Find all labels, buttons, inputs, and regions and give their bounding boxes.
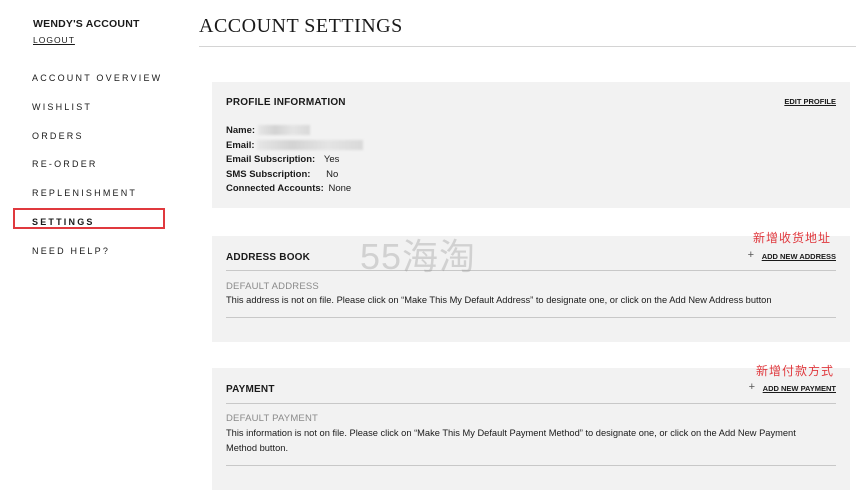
profile-information-panel: PROFILE INFORMATION EDIT PROFILE Name: E…: [212, 82, 850, 208]
watermark-logo: 55海淘: [360, 236, 477, 277]
address-book-panel: ADDRESS BOOK + ADD NEW ADDRESS DEFAULT A…: [212, 236, 850, 342]
profile-connected-row: Connected Accounts: None: [226, 183, 351, 194]
connected-label: Connected Accounts:: [226, 183, 324, 194]
account-title: WENDY'S ACCOUNT: [33, 18, 140, 30]
add-new-payment-link[interactable]: ADD NEW PAYMENT: [763, 384, 836, 393]
edit-profile-link[interactable]: EDIT PROFILE: [784, 97, 836, 106]
default-address-heading: DEFAULT ADDRESS: [226, 281, 319, 292]
profile-email-row: Email:: [226, 140, 364, 151]
nav-re-order[interactable]: RE-ORDER: [32, 159, 98, 169]
plus-icon: +: [747, 249, 754, 261]
payment-panel: PAYMENT + ADD NEW PAYMENT DEFAULT PAYMEN…: [212, 368, 850, 490]
address-bottom-divider: [226, 317, 836, 318]
payment-heading: PAYMENT: [226, 384, 275, 395]
profile-email-sub-row: Email Subscription: Yes: [226, 154, 339, 165]
payment-message: This information is not on file. Please …: [226, 428, 796, 453]
address-annotation: 新增收货地址: [753, 231, 832, 245]
nav-orders[interactable]: ORDERS: [32, 131, 84, 141]
profile-heading: PROFILE INFORMATION: [226, 97, 346, 108]
title-divider: [199, 46, 856, 47]
logout-link[interactable]: LOGOUT: [33, 35, 75, 45]
nav-replenishment[interactable]: REPLENISHMENT: [32, 188, 137, 198]
profile-sms-sub-row: SMS Subscription: No: [226, 169, 338, 180]
email-sub-label: Email Subscription:: [226, 154, 316, 165]
address-heading: ADDRESS BOOK: [226, 252, 311, 263]
nav-need-help[interactable]: NEED HELP?: [32, 246, 110, 256]
payment-annotation: 新增付款方式: [756, 364, 835, 378]
name-label: Name:: [226, 125, 256, 136]
profile-name-row: Name:: [226, 125, 310, 136]
payment-bottom-divider: [226, 465, 836, 466]
settings-highlight-annotation: [13, 208, 165, 229]
name-redacted: [257, 125, 310, 136]
nav-wishlist[interactable]: WISHLIST: [32, 102, 92, 112]
payment-divider: [226, 403, 836, 404]
page-title: ACCOUNT SETTINGS: [199, 15, 403, 37]
add-new-address-link[interactable]: ADD NEW ADDRESS: [762, 252, 836, 261]
email-label: Email:: [226, 140, 255, 151]
email-redacted: [257, 140, 364, 151]
plus-icon: +: [748, 381, 755, 393]
address-message: This address is not on file. Please clic…: [226, 295, 772, 305]
nav-account-overview[interactable]: ACCOUNT OVERVIEW: [32, 73, 162, 83]
address-divider: [226, 270, 836, 271]
default-payment-heading: DEFAULT PAYMENT: [226, 413, 319, 424]
connected-value: None: [328, 183, 352, 194]
account-sidebar: WENDY'S ACCOUNT LOGOUT ACCOUNT OVERVIEW …: [0, 0, 185, 498]
sms-sub-value: No: [326, 169, 339, 180]
email-sub-value: Yes: [323, 154, 340, 165]
sms-sub-label: SMS Subscription:: [226, 169, 311, 180]
